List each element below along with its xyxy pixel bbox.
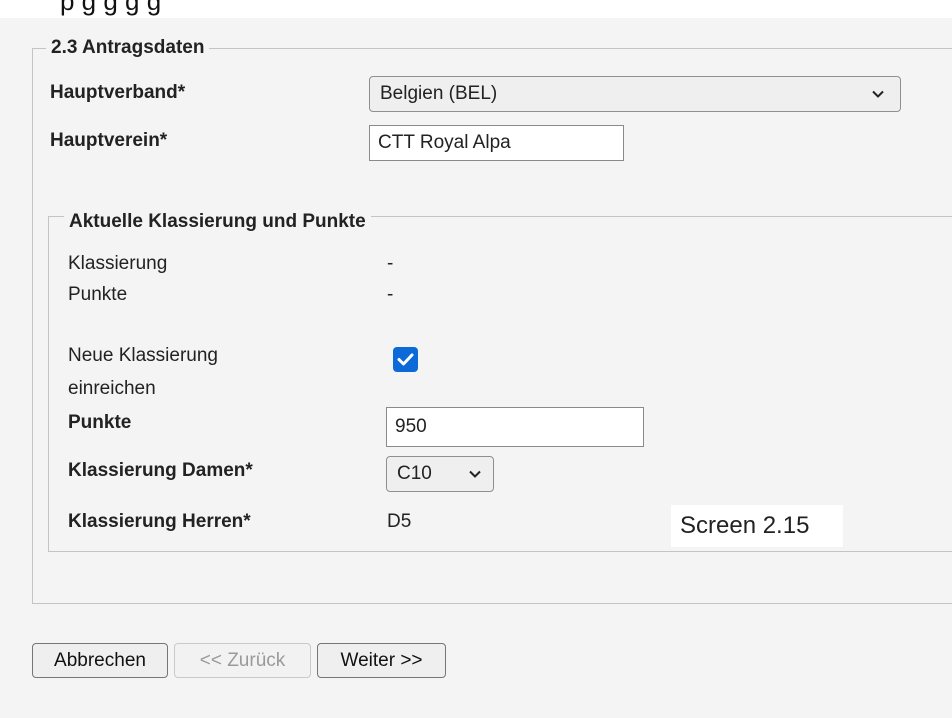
klassierung-label: Klassierung (68, 253, 168, 274)
hauptverein-input[interactable]: CTT Royal Alpa (369, 125, 624, 161)
neue-klassierung-checkbox[interactable] (393, 347, 418, 372)
klassierung-herren-label: Klassierung Herren* (68, 511, 251, 532)
neue-klassierung-label-line1: Neue Klassierung (68, 345, 218, 366)
chevron-down-icon (872, 90, 884, 98)
chevron-down-icon (469, 470, 481, 478)
top-strip: p g g g g (0, 0, 952, 18)
punkte-label: Punkte (68, 284, 128, 305)
hauptverband-select[interactable]: Belgien (BEL) (369, 76, 901, 112)
cancel-button[interactable]: Abbrechen (32, 643, 168, 678)
punkte-input-value: 950 (395, 416, 427, 437)
punkte-input[interactable]: 950 (386, 407, 644, 447)
punkte-value: - (387, 284, 394, 305)
antragsdaten-legend: 2.3 Antragsdaten (46, 37, 210, 59)
back-button[interactable]: << Zurück (174, 643, 311, 678)
screen-number-label: Screen 2.15 (671, 505, 843, 547)
neue-klassierung-label-line2: einreichen (68, 378, 156, 399)
hauptverband-label: Hauptverband* (50, 82, 186, 103)
hauptverein-label: Hauptverein* (50, 130, 168, 151)
klassierung-herren-value: D5 (387, 511, 412, 532)
next-button[interactable]: Weiter >> (317, 643, 446, 678)
punkte-input-label: Punkte (68, 412, 132, 433)
klassierung-value: - (387, 253, 394, 274)
hauptverband-value: Belgien (BEL) (380, 83, 498, 104)
hauptverein-value: CTT Royal Alpa (378, 132, 511, 153)
klassierung-fieldset (48, 216, 952, 552)
top-cut-text: p g g g g (60, 0, 162, 16)
klassierung-damen-label: Klassierung Damen* (68, 460, 253, 481)
checkmark-icon (397, 353, 414, 366)
klassierung-legend: Aktuelle Klassierung und Punkte (64, 211, 371, 233)
klassierung-damen-select[interactable]: C10 (386, 456, 494, 492)
klassierung-damen-value: C10 (397, 463, 432, 484)
